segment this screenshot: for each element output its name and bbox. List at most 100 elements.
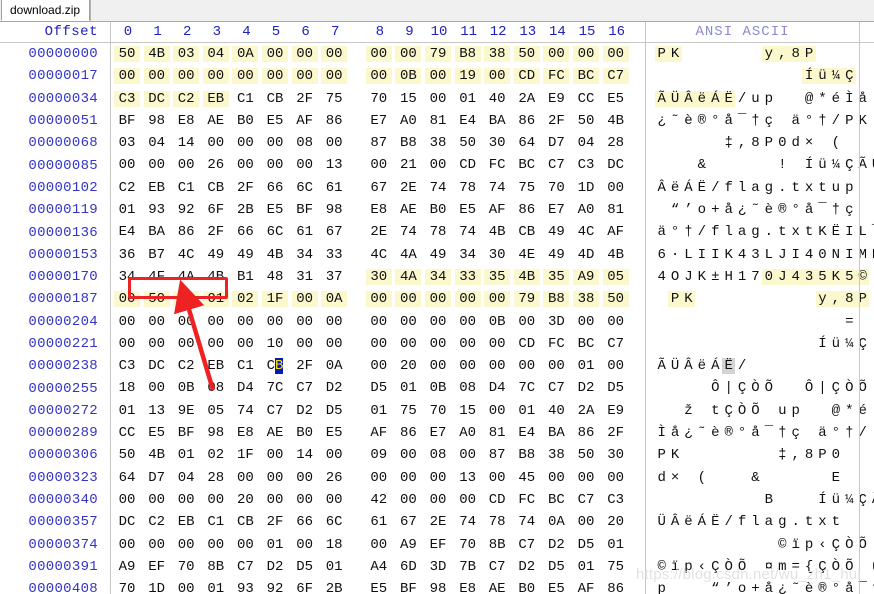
hex-byte[interactable]: 00 [395, 447, 421, 463]
hex-byte[interactable]: C3 [114, 90, 140, 107]
hex-byte[interactable]: 00 [144, 537, 170, 553]
hex-byte[interactable]: FC [543, 336, 569, 352]
hex-byte[interactable]: AE [203, 113, 229, 129]
ascii-char[interactable]: p [762, 91, 775, 107]
hex-byte[interactable]: 4B [203, 269, 229, 285]
ascii-char[interactable]: y [762, 46, 776, 62]
hex-byte[interactable]: 00 [366, 336, 392, 352]
ascii-char[interactable]: ¤ [762, 559, 775, 575]
hex-byte[interactable]: 74 [484, 180, 510, 196]
ascii-char[interactable]: K [722, 247, 735, 263]
hex-byte[interactable]: D5 [321, 403, 347, 419]
hex-byte[interactable]: 38 [573, 291, 599, 308]
ascii-char[interactable]: Í [802, 68, 816, 85]
hex-byte[interactable]: BF [395, 581, 421, 594]
hex-byte[interactable]: 01 [514, 403, 540, 419]
ascii-char[interactable]: Ë [709, 514, 722, 530]
hex-byte[interactable]: 08 [203, 380, 229, 396]
ascii-char[interactable]: p [802, 537, 815, 553]
hex-byte[interactable]: 00 [425, 157, 451, 173]
hex-byte[interactable]: DC [144, 358, 170, 374]
ascii-char[interactable]: | [722, 380, 735, 396]
hex-byte[interactable]: BC [543, 492, 569, 508]
hex-byte[interactable]: 00 [366, 314, 392, 330]
ascii-char[interactable]: 4 [735, 247, 748, 263]
ascii-char[interactable]: è [802, 581, 815, 594]
hex-byte[interactable]: CD [484, 492, 510, 508]
ascii-char[interactable]: ° [709, 113, 722, 129]
hex-byte[interactable]: 00 [484, 291, 511, 308]
hex-byte[interactable]: 2F [603, 425, 629, 441]
hex-byte[interactable]: C2 [173, 90, 200, 107]
ascii-char[interactable]: 4 [789, 268, 803, 285]
hex-byte[interactable]: 00 [455, 447, 481, 463]
hex-byte[interactable]: 79 [425, 46, 451, 62]
hex-byte[interactable]: 00 [262, 492, 288, 508]
hex-byte[interactable]: 00 [395, 291, 422, 308]
hex-byte[interactable]: 04 [144, 135, 170, 151]
ascii-char[interactable]: ë [695, 90, 709, 107]
hex-byte[interactable]: 00 [395, 314, 421, 330]
ascii-char[interactable]: Â [681, 90, 696, 107]
hex-byte[interactable]: 2B [232, 202, 258, 218]
hex-byte[interactable]: 00 [484, 470, 510, 486]
ascii-char[interactable]: † [829, 202, 842, 218]
hex-byte[interactable]: 48 [262, 269, 288, 285]
hex-byte[interactable]: E5 [144, 425, 170, 441]
hex-byte[interactable]: CD [514, 336, 540, 352]
ascii-char[interactable]: ë [668, 180, 681, 196]
hex-byte[interactable]: 70 [425, 403, 451, 419]
ascii-char[interactable]: g [762, 180, 775, 196]
hex-byte[interactable]: 00 [232, 470, 258, 486]
ascii-char[interactable]: t [776, 224, 789, 240]
hex-byte[interactable]: 74 [455, 224, 481, 240]
hex-byte[interactable]: 70 [543, 180, 569, 196]
hex-row[interactable]: 00000085 00 00 00 26 00 00 00 13 00 21 00 CD FC BC C7 C3… [0, 154, 874, 176]
hex-byte[interactable]: 66 [292, 514, 318, 530]
hex-byte[interactable]: 01 [455, 91, 481, 107]
hex-byte[interactable]: DC [143, 90, 170, 107]
hex-byte[interactable]: 00 [114, 336, 140, 352]
hex-byte[interactable]: 13 [321, 157, 347, 173]
ascii-char[interactable]: { [802, 559, 815, 575]
ascii-char[interactable]: ¿ [776, 581, 789, 594]
ascii-char[interactable]: K [695, 269, 708, 285]
hex-byte[interactable]: 03 [173, 46, 200, 62]
ascii-char[interactable]: / [735, 358, 748, 374]
hex-byte[interactable]: A9 [573, 268, 599, 285]
hex-byte[interactable]: 01 [573, 358, 599, 374]
ascii-char[interactable]: ‹ [816, 537, 829, 553]
hex-byte[interactable]: 00 [484, 358, 510, 374]
hex-byte[interactable]: 00 [232, 537, 258, 553]
ascii-char[interactable]: I [789, 247, 802, 263]
hex-byte[interactable]: D2 [262, 559, 288, 575]
ascii-char[interactable]: d [789, 135, 802, 151]
ascii-char[interactable]: ® [722, 425, 735, 441]
ascii-char[interactable]: / [735, 91, 748, 107]
hex-byte[interactable]: 98 [203, 425, 229, 441]
hex-byte[interactable]: 00 [114, 68, 140, 85]
ascii-char[interactable]: P [802, 46, 816, 62]
ascii-char[interactable]: a [762, 514, 775, 530]
ascii-char[interactable]: ’ [722, 581, 735, 594]
hex-byte[interactable]: 2F [292, 91, 318, 107]
hex-byte[interactable]: 1F [232, 447, 258, 463]
hex-byte[interactable]: 31 [292, 269, 318, 285]
hex-byte[interactable]: EB [202, 90, 229, 107]
ascii-char[interactable]: l [722, 224, 735, 240]
ascii-char[interactable]: † [749, 113, 762, 129]
ascii-char[interactable]: Ç [856, 492, 869, 508]
hex-row[interactable]: 00000408 70 1D 00 01 93 92 6F 2B E5 BF 98 E8 AE B0 E5 AF… [0, 578, 874, 594]
ascii-char[interactable]: t [802, 514, 815, 530]
hex-row[interactable]: 00000204 00 00 00 00 00 00 00 00 00 00 00 00 0B 00 3D 00… [0, 311, 874, 333]
hex-byte[interactable]: 00 [114, 157, 140, 173]
hex-byte[interactable]: 78 [455, 180, 481, 196]
hex-row[interactable]: 00000170 34 4F 4A 4B B1 48 31 37 30 4A 34 33 35 4B 35 A9… [0, 266, 874, 288]
hex-byte[interactable]: 81 [603, 202, 629, 218]
hex-byte[interactable]: EB [203, 358, 229, 374]
ascii-char[interactable]: × [802, 135, 815, 151]
hex-byte[interactable]: 4B [144, 447, 170, 463]
ascii-char[interactable]: 7 [749, 269, 762, 285]
hex-byte[interactable]: AF [366, 425, 392, 441]
ascii-char[interactable]: J [682, 269, 695, 285]
